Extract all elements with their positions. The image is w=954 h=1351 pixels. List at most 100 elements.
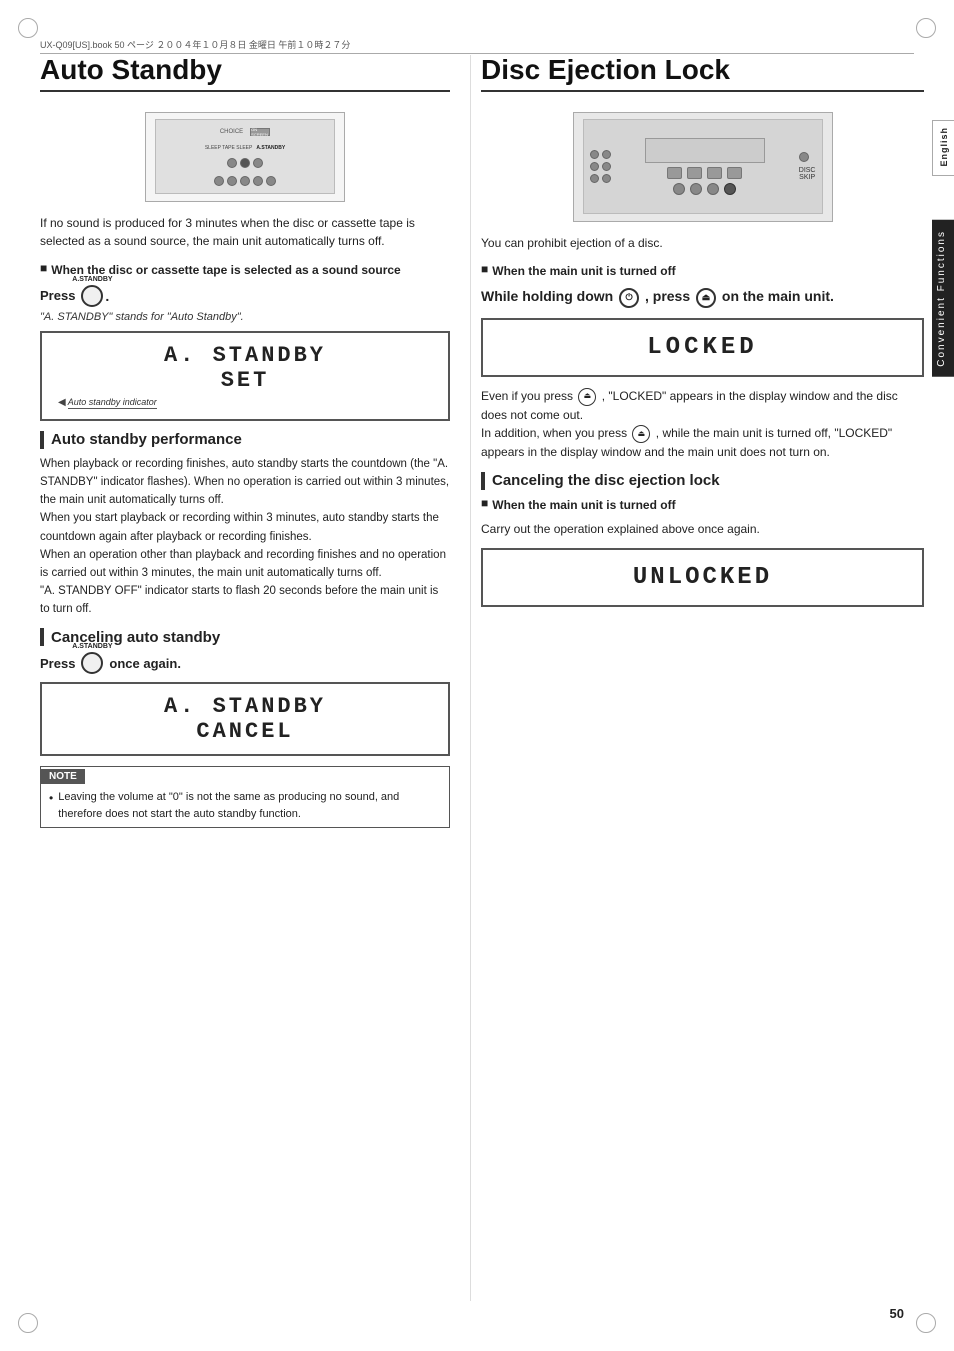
press-label: Press — [40, 288, 75, 303]
rd-btn-2 — [602, 150, 611, 159]
instruction-text2: , press — [645, 288, 690, 304]
right-bullet1: When the main unit is turned off — [481, 262, 924, 280]
dev-btn-6 — [240, 176, 250, 186]
note-content: • Leaving the volume at "0" is not the s… — [41, 784, 449, 827]
dev-btn-8 — [266, 176, 276, 186]
right-bullet2: When the main unit is turned off — [481, 496, 924, 514]
instruction-text1: While holding down — [481, 288, 613, 304]
note-bullet: • Leaving the volume at "0" is not the s… — [49, 789, 441, 822]
rd-right-label: DISCSKIP — [799, 167, 816, 181]
cancel-display-box: A. STANDBY CANCEL — [40, 682, 450, 756]
indicator-text: Auto standby indicator — [68, 397, 157, 409]
right-column: Disc Ejection Lock — [470, 55, 924, 1301]
dev-btn-5 — [227, 176, 237, 186]
rd-btn-3 — [590, 162, 599, 171]
press-line: Press A.STANDBY . — [40, 285, 450, 307]
rd-btn-4 — [602, 162, 611, 171]
power-icon: ⏻ — [619, 288, 639, 308]
left-section-title: Auto Standby — [40, 55, 450, 86]
dev-btn-7 — [253, 176, 263, 186]
note-header: NOTE — [41, 769, 85, 784]
corner-mark-br — [916, 1313, 936, 1333]
device-astandby-label: A.STANDBY — [256, 145, 285, 151]
right-device-buttons-row — [667, 167, 742, 179]
right-device-image-wrapper: DISCSKIP — [481, 104, 924, 234]
note-text: Leaving the volume at "0" is not the sam… — [58, 789, 441, 822]
dev-btn-1 — [227, 158, 237, 168]
header-text: UX-Q09[US].book 50 ページ ２００４年１０月８日 金曜日 午前… — [40, 38, 350, 51]
corner-mark-bl — [18, 1313, 38, 1333]
sidebar-tab: Convenient Functions — [932, 220, 954, 377]
device-btn-row — [227, 158, 263, 168]
btn-label-above: A.STANDBY — [72, 276, 112, 283]
note-dot: • — [49, 789, 53, 807]
cancel-press-suffix: once again. — [109, 656, 181, 671]
right-device-lower-row — [673, 183, 736, 195]
locked-power-icon: ⏏ — [632, 425, 650, 443]
right-sub-heading-text: Canceling the disc ejection lock — [492, 472, 720, 489]
cancel-btn-label-above: A.STANDBY — [72, 643, 112, 650]
sidebar-tab-label: Convenient Functions — [936, 230, 947, 367]
main-content: Auto Standby CHOICE ON SCREEN SLEEP TAPE… — [40, 55, 924, 1301]
rd-circle-btn-1 — [673, 183, 685, 195]
locked-eject-icon: ⏏ — [578, 388, 596, 406]
right-bullet2-text: When the main unit is turned off — [492, 496, 675, 514]
right-bullet1-text: When the main unit is turned off — [492, 262, 675, 280]
note-box: NOTE • Leaving the volume at "0" is not … — [40, 766, 450, 828]
corner-mark-tr — [916, 18, 936, 38]
rd-rect-btn-1 — [667, 167, 682, 179]
right-section-title: Disc Ejection Lock — [481, 55, 924, 86]
left-device-image: CHOICE ON SCREEN SLEEP TAPE SLEEP A.STAN… — [145, 112, 345, 202]
locked-body1: Even if you press — [481, 389, 573, 403]
left-device-image-wrapper: CHOICE ON SCREEN SLEEP TAPE SLEEP A.STAN… — [40, 104, 450, 214]
eject-icon: ⏏ — [696, 288, 716, 308]
rdb-row3 — [590, 174, 611, 183]
display-set-line2: SET — [58, 368, 432, 393]
cancel-display-line1: A. STANDBY — [58, 694, 432, 719]
cancel-display-line2: CANCEL — [58, 719, 432, 744]
corner-mark-tl — [18, 18, 38, 38]
sidebar-lang: English — [932, 120, 954, 176]
rd-rect-btn-4 — [727, 167, 742, 179]
right-device-btns — [590, 150, 611, 183]
astandby-button[interactable]: A.STANDBY — [81, 285, 103, 307]
cancel-body: Carry out the operation explained above … — [481, 520, 924, 539]
rd-btn-1 — [590, 150, 599, 159]
indicator-row: ◀ Auto standby indicator — [58, 397, 432, 409]
right-device-image: DISCSKIP — [573, 112, 833, 222]
dev-btn-4 — [214, 176, 224, 186]
rd-circle-btn-highlight — [724, 183, 736, 195]
rdb-row2 — [590, 162, 611, 171]
device-choice-label: CHOICE — [220, 129, 243, 135]
page-number: 50 — [890, 1306, 904, 1321]
rd-rect-btn-2 — [687, 167, 702, 179]
unlocked-text: UNLOCKED — [499, 564, 906, 591]
display-set-line1: A. STANDBY — [58, 343, 432, 368]
right-device-inner: DISCSKIP — [583, 119, 823, 214]
right-device-right: DISCSKIP — [799, 152, 816, 181]
display-box-set: A. STANDBY SET ◀ Auto standby indicator — [40, 331, 450, 421]
cancel-astandby-button[interactable]: A.STANDBY — [81, 652, 103, 674]
device-top-row: CHOICE ON SCREEN — [220, 128, 270, 136]
locked-body: Even if you press ⏏ , "LOCKED" appears i… — [481, 387, 924, 462]
left-body1: If no sound is produced for 3 minutes wh… — [40, 214, 450, 251]
press-period: . — [105, 288, 109, 304]
sub-heading-bar-1 — [40, 431, 44, 449]
indicator-arrow-char: ◀ — [58, 397, 66, 408]
right-body1: You can prohibit ejection of a disc. — [481, 234, 924, 253]
left-column: Auto Standby CHOICE ON SCREEN SLEEP TAPE… — [40, 55, 470, 1301]
locked-text: LOCKED — [499, 334, 906, 361]
long-body: When playback or recording finishes, aut… — [40, 455, 450, 618]
right-device-screen — [645, 138, 765, 163]
rd-right-btn-1 — [799, 152, 809, 162]
cancel-press-label: Press — [40, 656, 75, 671]
rd-circle-btn-2 — [690, 183, 702, 195]
device-sleep-label: SLEEP TAPE SLEEP — [205, 145, 253, 151]
right-device-left — [590, 150, 611, 183]
device-inner: CHOICE ON SCREEN SLEEP TAPE SLEEP A.STAN… — [155, 119, 335, 194]
dev-btn-2 — [240, 158, 250, 168]
device-lower-btns — [214, 176, 276, 186]
rd-circle-btn-3 — [707, 183, 719, 195]
right-sub-heading-bar — [481, 472, 485, 490]
cancel-press-line: Press A.STANDBY once again. — [40, 652, 450, 674]
